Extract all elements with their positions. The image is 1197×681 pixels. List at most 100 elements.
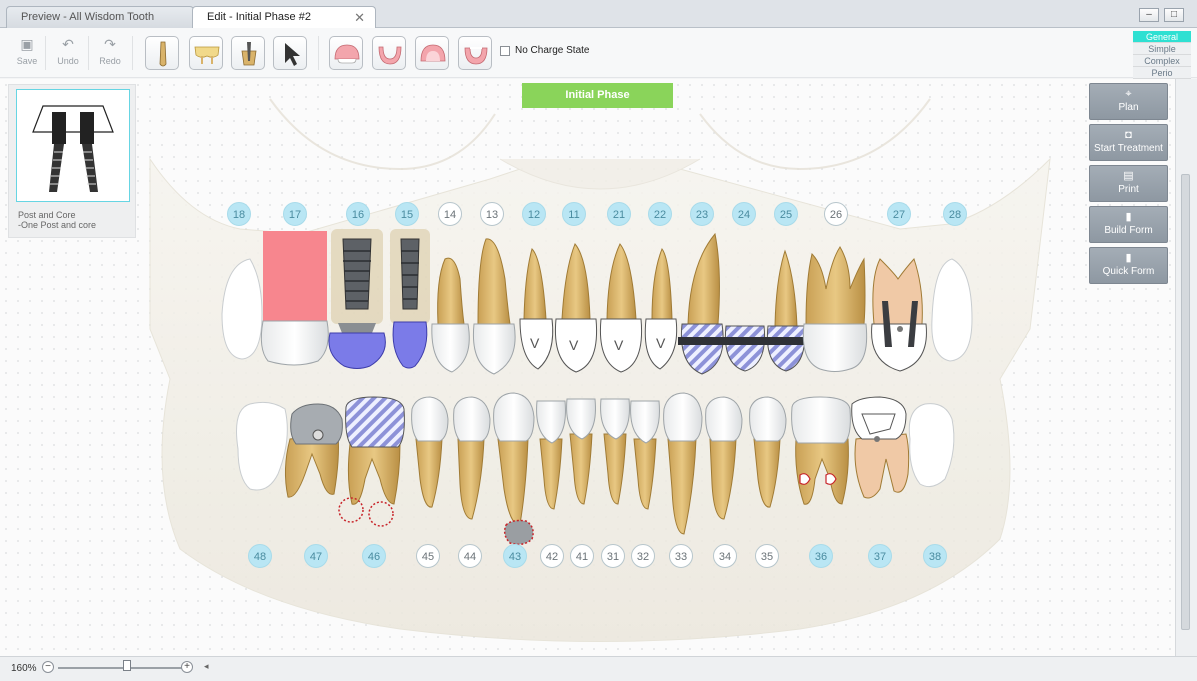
clipboard-icon: ▮	[1125, 252, 1132, 264]
toolbar: ▣ Save ↶ Undo ↷ Redo No Charge State Gen…	[0, 28, 1197, 79]
veneer-mark-11: V	[569, 337, 579, 353]
tooth-number-17[interactable]: 17	[283, 202, 307, 226]
tooth-number-33[interactable]: 33	[669, 544, 693, 568]
upper-arch-icon	[420, 44, 446, 62]
tooth-number-44[interactable]: 44	[458, 544, 482, 568]
tooth-38[interactable]	[908, 403, 955, 488]
tooth-number-28[interactable]: 28	[943, 202, 967, 226]
tooth-number-47[interactable]: 47	[304, 544, 328, 568]
mode-simple[interactable]: Simple	[1133, 43, 1191, 55]
lower-denture-icon	[464, 47, 488, 65]
mode-complex[interactable]: Complex	[1133, 55, 1191, 67]
tooth-16-implant[interactable]	[342, 238, 372, 310]
tooth-number-27[interactable]: 27	[887, 202, 911, 226]
lower-arch-button[interactable]	[372, 36, 406, 70]
tooth-number-22[interactable]: 22	[648, 202, 672, 226]
crown-tool-button[interactable]	[189, 36, 223, 70]
tooth-number-12[interactable]: 12	[522, 202, 546, 226]
tooth-number-18[interactable]: 18	[227, 202, 251, 226]
zoom-slider-thumb[interactable]	[123, 660, 132, 671]
tooth-26[interactable]	[802, 323, 868, 372]
tooth-number-25[interactable]: 25	[774, 202, 798, 226]
tooth-number-42[interactable]: 42	[540, 544, 564, 568]
minimize-button[interactable]: –	[1139, 8, 1159, 22]
cursor-icon	[285, 43, 300, 66]
tooth-43-periapical-lesion[interactable]	[503, 519, 534, 546]
tooth-number-26[interactable]: 26	[824, 202, 848, 226]
tab-edit[interactable]: Edit - Initial Phase #2 ✕	[192, 6, 376, 29]
tooth-number-31[interactable]: 31	[601, 544, 625, 568]
tooth-46-crown[interactable]	[345, 396, 405, 448]
mode-perio[interactable]: Perio	[1133, 67, 1191, 79]
zoom-slider-track[interactable]	[58, 667, 182, 669]
undo-label: Undo	[57, 56, 79, 66]
clipboard-icon: ▮	[1125, 211, 1132, 223]
mode-general[interactable]: General	[1133, 31, 1191, 43]
tab-edit-label: Edit - Initial Phase #2	[207, 11, 311, 23]
build-form-button[interactable]: ▮ Build Form	[1089, 206, 1168, 243]
redo-button[interactable]: ↷ Redo	[92, 36, 128, 66]
tooth-number-14[interactable]: 14	[438, 202, 462, 226]
zoom-out-button[interactable]: −	[42, 661, 54, 673]
tooth-number-43[interactable]: 43	[503, 544, 527, 568]
zoom-in-button[interactable]: +	[181, 661, 193, 673]
select-tool-button[interactable]	[273, 36, 307, 70]
tooth-35[interactable]	[749, 396, 787, 442]
maximize-button[interactable]: □	[1164, 8, 1184, 22]
chart-canvas[interactable]: V V V V Initial Phase Post and Core -One…	[0, 79, 1175, 656]
scroll-left-icon[interactable]: ◂	[204, 661, 209, 672]
toolbar-divider	[132, 36, 133, 70]
undo-button[interactable]: ↶ Undo	[50, 36, 86, 66]
no-charge-state-option[interactable]: No Charge State	[500, 45, 590, 56]
tooth-45[interactable]	[411, 396, 449, 442]
tooth-number-11[interactable]: 11	[562, 202, 586, 226]
tooth-number-35[interactable]: 35	[755, 544, 779, 568]
quick-form-button[interactable]: ▮ Quick Form	[1089, 247, 1168, 284]
mode-selector: General Simple Complex Perio	[1133, 31, 1191, 79]
jaw-bone-background	[149, 98, 1051, 642]
tooth-number-24[interactable]: 24	[732, 202, 756, 226]
upper-denture-button[interactable]	[329, 36, 363, 70]
print-button[interactable]: ▤ Print	[1089, 165, 1168, 202]
tooth-number-37[interactable]: 37	[868, 544, 892, 568]
phase-banner[interactable]: Initial Phase	[522, 83, 673, 108]
lower-denture-button[interactable]	[458, 36, 492, 70]
tooth-17[interactable]	[260, 320, 329, 366]
root-tool-button[interactable]	[145, 36, 179, 70]
no-charge-state-checkbox[interactable]	[500, 45, 510, 56]
tooth-number-13[interactable]: 13	[480, 202, 504, 226]
status-bar: 160% − + ◂	[0, 656, 1197, 681]
tooth-33[interactable]	[663, 392, 703, 442]
save-button[interactable]: ▣ Save	[9, 36, 45, 66]
veneer-mark-12: V	[530, 335, 540, 351]
tooth-number-32[interactable]: 32	[631, 544, 655, 568]
tooth-number-41[interactable]: 41	[570, 544, 594, 568]
tooth-number-46[interactable]: 46	[362, 544, 386, 568]
tooth-number-36[interactable]: 36	[809, 544, 833, 568]
tooth-number-21[interactable]: 21	[607, 202, 631, 226]
post-core-icon	[241, 42, 257, 66]
tooth-36[interactable]	[791, 396, 851, 444]
close-icon[interactable]: ✕	[354, 7, 365, 28]
start-treatment-button[interactable]: ◘ Start Treatment	[1089, 124, 1168, 161]
tooth-number-34[interactable]: 34	[713, 544, 737, 568]
dental-chart-illustration	[29, 98, 1051, 642]
tooth-34[interactable]	[705, 396, 743, 442]
tooth-number-38[interactable]: 38	[923, 544, 947, 568]
tooth-number-45[interactable]: 45	[416, 544, 440, 568]
vertical-scrollbar-thumb[interactable]	[1181, 174, 1190, 630]
tooth-17-extraction-marker[interactable]	[263, 231, 327, 321]
post-tool-button[interactable]	[231, 36, 265, 70]
tooth-23-bridge-bar	[678, 337, 726, 345]
tooth-number-16[interactable]: 16	[346, 202, 370, 226]
tooth-number-15[interactable]: 15	[395, 202, 419, 226]
tooth-44[interactable]	[453, 396, 491, 442]
tooth-number-48[interactable]: 48	[248, 544, 272, 568]
undo-icon: ↶	[62, 36, 74, 52]
tooth-number-23[interactable]: 23	[690, 202, 714, 226]
vertical-scrollbar[interactable]	[1175, 79, 1197, 656]
upper-arch-button[interactable]	[415, 36, 449, 70]
tab-preview[interactable]: Preview - All Wisdom Tooth Removed	[6, 6, 194, 44]
tooth-43[interactable]	[493, 392, 535, 442]
plan-button[interactable]: ⌖ Plan	[1089, 83, 1168, 120]
